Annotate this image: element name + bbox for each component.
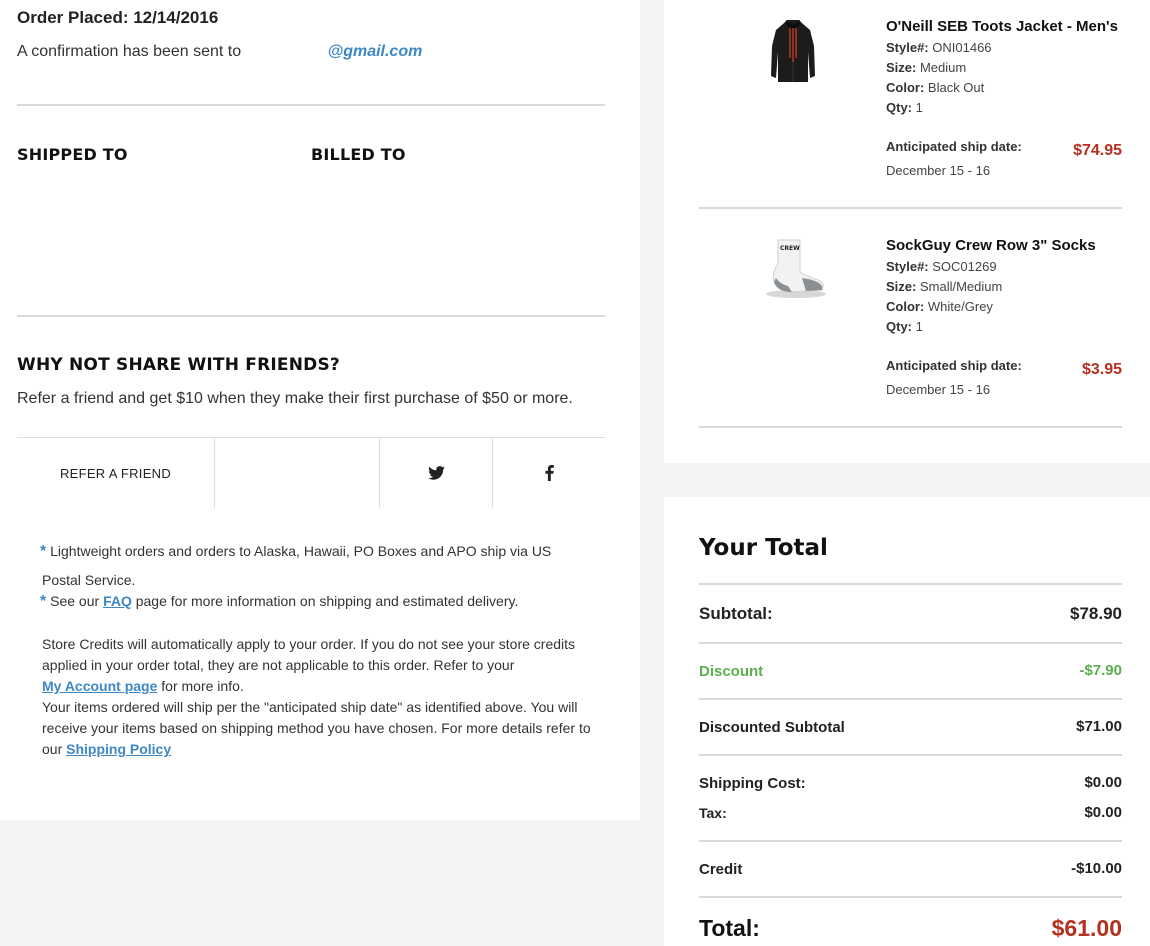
shipped-to-heading: SHIPPED TO: [17, 145, 128, 164]
discount-value: -$7.90: [1079, 662, 1122, 679]
jacket-image: [771, 20, 815, 82]
share-title: WHY NOT SHARE WITH FRIENDS?: [17, 355, 340, 375]
discount-label: Discount: [699, 663, 764, 680]
tax-label: Tax:: [699, 805, 727, 821]
your-total-heading: Your Total: [699, 535, 828, 561]
order-item: CREW SockGuy Crew Row 3" Socks Style#: S…: [664, 210, 1150, 426]
divider: [17, 315, 605, 317]
billed-to-heading: BILLED TO: [311, 145, 406, 164]
item-price: $74.95: [1073, 142, 1122, 159]
twitter-icon: [427, 466, 445, 480]
note-lightweight: * Lightweight orders and orders to Alask…: [40, 543, 552, 588]
item-price: $3.95: [1081, 361, 1122, 378]
divider: [699, 896, 1122, 898]
refer-a-friend-button[interactable]: REFER A FRIEND: [17, 438, 215, 508]
divider: [699, 642, 1122, 644]
divider: [699, 754, 1122, 756]
discounted-subtotal-label: Discounted Subtotal: [699, 719, 845, 736]
refer-friend-text: Refer a friend and get $10 when they mak…: [17, 390, 573, 407]
store-credit-info: Store Credits will automatically apply t…: [42, 636, 591, 757]
credit-label: Credit: [699, 861, 743, 878]
note-faq: * See our FAQ page for more information …: [40, 593, 519, 610]
divider: [699, 698, 1122, 700]
divider: [17, 104, 605, 106]
total-label: Total:: [699, 915, 760, 941]
discounted-subtotal-value: $71.00: [1076, 718, 1122, 735]
shipping-cost-value: $0.00: [1084, 774, 1122, 791]
faq-link[interactable]: FAQ: [103, 593, 132, 609]
subtotal-label: Subtotal:: [699, 604, 773, 623]
divider: [699, 840, 1122, 842]
order-item: O'Neill SEB Toots Jacket - Men's Style#:…: [664, 0, 1150, 208]
credit-value: -$10.00: [1071, 860, 1122, 877]
my-account-link[interactable]: My Account page: [42, 678, 157, 694]
order-items-panel: O'Neill SEB Toots Jacket - Men's Style#:…: [664, 0, 1150, 463]
order-placed-date: Order Placed: 12/14/2016: [17, 8, 219, 27]
total-value: $61.00: [1051, 915, 1122, 941]
shipping-policy-link[interactable]: Shipping Policy: [66, 741, 171, 757]
socks-image-text: CREW: [780, 245, 800, 252]
share-spacer: [215, 438, 380, 508]
ship-date-value: December 15 - 16: [886, 382, 991, 397]
twitter-share-button[interactable]: [380, 438, 493, 508]
confirmation-text: A confirmation has been sent to: [17, 43, 242, 60]
item-name[interactable]: O'Neill SEB Toots Jacket - Men's: [886, 18, 1118, 35]
divider: [699, 207, 1122, 209]
ship-date-value: December 15 - 16: [886, 163, 991, 178]
asterisk: *: [40, 593, 47, 610]
order-total-panel: Your Total Subtotal: $78.90 Discount -$7…: [664, 497, 1150, 946]
subtotal-value: $78.90: [1070, 604, 1122, 623]
tax-value: $0.00: [1084, 804, 1122, 821]
divider: [699, 583, 1122, 585]
confirmation-email: @gmail.com: [327, 43, 423, 60]
shipping-cost-label: Shipping Cost:: [699, 775, 806, 792]
facebook-icon: [544, 465, 554, 481]
item-attributes: Style#: SOC01269 Size: Small/Medium Colo…: [886, 259, 1003, 334]
asterisk: *: [40, 543, 47, 560]
confirmation-message: A confirmation has been sent to @gmail.c…: [17, 43, 422, 61]
item-attributes: Style#: ONI01466 Size: Medium Color: Bla…: [886, 40, 992, 115]
divider: [699, 426, 1122, 428]
item-name[interactable]: SockGuy Crew Row 3" Socks: [886, 237, 1096, 254]
share-buttons-row: REFER A FRIEND: [17, 437, 605, 508]
shipping-notes: * Lightweight orders and orders to Alask…: [40, 537, 587, 612]
order-summary-panel: Order Placed: 12/14/2016 A confirmation …: [0, 0, 640, 820]
socks-image: CREW: [766, 239, 826, 298]
facebook-share-button[interactable]: [493, 438, 605, 508]
